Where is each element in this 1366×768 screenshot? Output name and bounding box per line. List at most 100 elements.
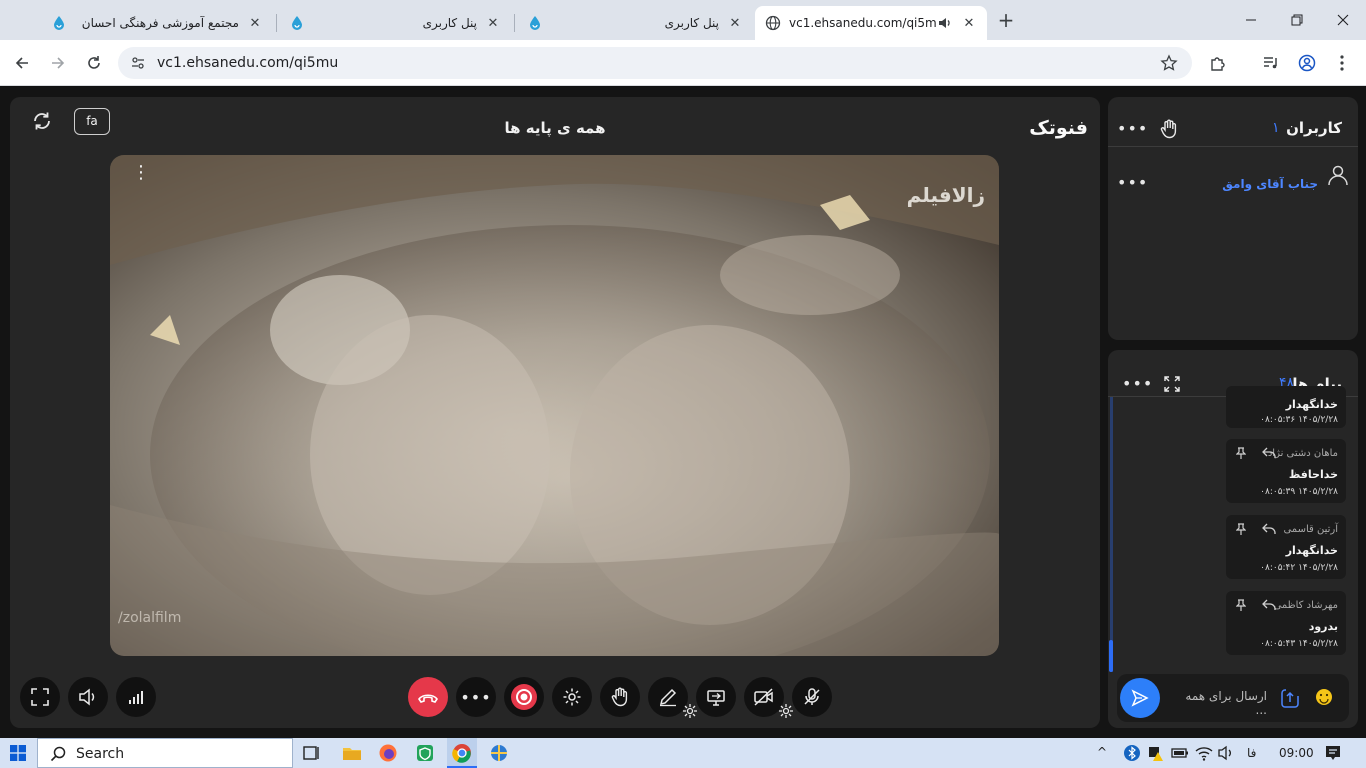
browser-menu-button[interactable] [1328, 49, 1356, 77]
input-language[interactable]: فا [1247, 746, 1256, 760]
app-wheel-icon[interactable] [489, 743, 509, 763]
pin-icon[interactable] [1236, 523, 1246, 535]
minimize-icon [1246, 19, 1256, 21]
close-tab-icon[interactable]: ✕ [961, 15, 977, 31]
tab-user-panel-1[interactable]: پنل کاربری ✕ [279, 6, 511, 40]
settings-button[interactable] [552, 677, 592, 717]
media-controls-button[interactable] [1257, 49, 1285, 77]
reply-icon[interactable] [1262, 447, 1276, 459]
clock[interactable]: 09:00 [1279, 746, 1314, 760]
reply-icon[interactable] [1262, 599, 1276, 611]
tab-user-panel-2[interactable]: پنل کاربری ✕ [517, 6, 753, 40]
message-text: خدانگهدار [1285, 544, 1338, 557]
chat-message[interactable]: ماهان دشتی نژاد خداحافظ ۰۸:۰۵:۳۹ ۱۴۰۵/۲/… [1226, 439, 1346, 503]
chat-scrollbar-thumb[interactable] [1109, 640, 1113, 672]
close-icon [1337, 14, 1349, 26]
upload-file-icon[interactable] [1280, 687, 1300, 713]
expand-chat-icon[interactable] [1164, 376, 1180, 396]
chat-message[interactable]: خدانگهدار ۰۸:۰۵:۳۶ ۱۴۰۵/۲/۲۸ [1226, 386, 1346, 428]
record-button[interactable] [504, 677, 544, 717]
tab-title: پنل کاربری [664, 16, 719, 30]
signal-bars-icon [129, 691, 143, 704]
tab-separator [276, 14, 277, 32]
battery-icon[interactable] [1170, 743, 1190, 763]
chat-input-field[interactable]: ارسال برای همه ... [1177, 689, 1267, 717]
new-tab-button[interactable]: + [992, 6, 1020, 34]
more-options-button[interactable]: ••• [456, 677, 496, 717]
wifi-icon[interactable] [1194, 743, 1214, 763]
fullscreen-button[interactable] [20, 677, 60, 717]
bookmark-star-icon[interactable] [1160, 54, 1178, 76]
chat-scrollbar-track[interactable] [1110, 397, 1113, 672]
bluetooth-icon[interactable] [1122, 743, 1142, 763]
reply-icon[interactable] [1262, 523, 1276, 535]
language-button[interactable]: fa [74, 108, 110, 135]
chat-composer: ارسال برای همه ... [1117, 674, 1349, 722]
task-view-icon[interactable] [302, 743, 322, 763]
close-tab-icon[interactable]: ✕ [727, 15, 743, 31]
file-explorer-icon[interactable] [342, 743, 362, 763]
screen-share-button[interactable] [696, 677, 736, 717]
site-settings-icon[interactable] [130, 55, 146, 75]
close-tab-icon[interactable]: ✕ [247, 15, 263, 31]
reload-icon [88, 56, 100, 69]
shared-video[interactable]: ⋮ زالافیلم /zolalfilm [110, 155, 999, 656]
notifications-icon[interactable] [1323, 743, 1343, 763]
emoji-icon[interactable] [1315, 688, 1333, 710]
defender-warning-icon[interactable] [1146, 743, 1166, 763]
reload-button[interactable] [80, 49, 108, 77]
message-time: ۰۸:۰۵:۴۲ ۱۴۰۵/۲/۲۸ [1260, 563, 1338, 573]
volume-icon[interactable] [1216, 743, 1236, 763]
tab-ehsan-complex[interactable]: مجتمع آموزشی فرهنگی احسان ✕ [41, 6, 273, 40]
back-button[interactable] [8, 49, 36, 77]
security-shield-icon[interactable] [415, 743, 435, 763]
user-item-menu-icon[interactable]: ••• [1117, 173, 1148, 192]
users-menu-icon[interactable]: ••• [1117, 119, 1148, 138]
chat-menu-icon[interactable]: ••• [1122, 374, 1153, 393]
tab-title: vc1.ehsanedu.com/qi5mu [789, 16, 937, 30]
close-window-button[interactable] [1320, 0, 1366, 40]
minimize-button[interactable] [1228, 0, 1274, 40]
forward-button[interactable] [44, 49, 72, 77]
message-time: ۰۸:۰۵:۳۹ ۱۴۰۵/۲/۲۸ [1260, 487, 1338, 497]
tab-classroom-active[interactable]: vc1.ehsanedu.com/qi5mu ✕ [755, 6, 987, 40]
microphone-off-icon [804, 688, 820, 705]
show-hidden-icons-icon[interactable]: ^ [1097, 745, 1107, 759]
pin-icon[interactable] [1236, 599, 1246, 611]
windows-start-icon[interactable] [10, 745, 26, 765]
taskbar-search[interactable]: Search [37, 738, 293, 768]
firefox-icon[interactable] [378, 743, 398, 763]
puzzle-icon [1211, 57, 1225, 71]
close-tab-icon[interactable]: ✕ [485, 15, 501, 31]
tab-separator [514, 14, 515, 32]
restore-icon [1291, 14, 1303, 26]
pin-icon[interactable] [1236, 447, 1246, 459]
send-message-button[interactable] [1120, 678, 1160, 718]
brand-logo: فنوتک [1029, 117, 1088, 139]
camera-settings-icon[interactable] [778, 703, 794, 719]
speaker-button[interactable] [68, 677, 108, 717]
message-time: ۰۸:۰۵:۳۶ ۱۴۰۵/۲/۲۸ [1260, 415, 1338, 425]
whiteboard-settings-icon[interactable] [682, 703, 698, 719]
pencil-icon [659, 688, 677, 707]
microphone-button[interactable] [792, 677, 832, 717]
chrome-taskbar-button[interactable] [447, 738, 477, 768]
speaker-audio-icon[interactable] [937, 15, 953, 31]
restore-button[interactable] [1274, 0, 1320, 40]
chat-message[interactable]: مهرشاد کاظمی بدرود ۰۸:۰۵:۴۳ ۱۴۰۵/۲/۲۸ [1226, 591, 1346, 655]
connection-quality-button[interactable] [116, 677, 156, 717]
refresh-button[interactable] [30, 109, 54, 133]
user-item-name[interactable]: جناب آقای وامق [1222, 177, 1318, 191]
chat-panel: پیام ها ۴۸ ••• خدانگهدار ۰۸:۰۵:۳۶ ۱۴۰۵/۲… [1108, 350, 1358, 728]
profile-button[interactable] [1293, 49, 1321, 77]
arrow-left-icon [15, 57, 28, 69]
extensions-button[interactable] [1204, 49, 1232, 77]
chat-message[interactable]: آرتین قاسمی خدانگهدار ۰۸:۰۵:۴۲ ۱۴۰۵/۲/۲۸ [1226, 515, 1346, 579]
video-options-icon[interactable]: ⋮ [132, 164, 150, 182]
message-text: خدانگهدار [1285, 398, 1338, 411]
raise-hand-list-icon[interactable] [1160, 119, 1178, 143]
room-title: همه ی پایه ها [504, 119, 606, 137]
leave-call-button[interactable] [408, 677, 448, 717]
address-bar[interactable]: vc1.ehsanedu.com/qi5mu [118, 47, 1192, 79]
raise-hand-button[interactable] [600, 677, 640, 717]
